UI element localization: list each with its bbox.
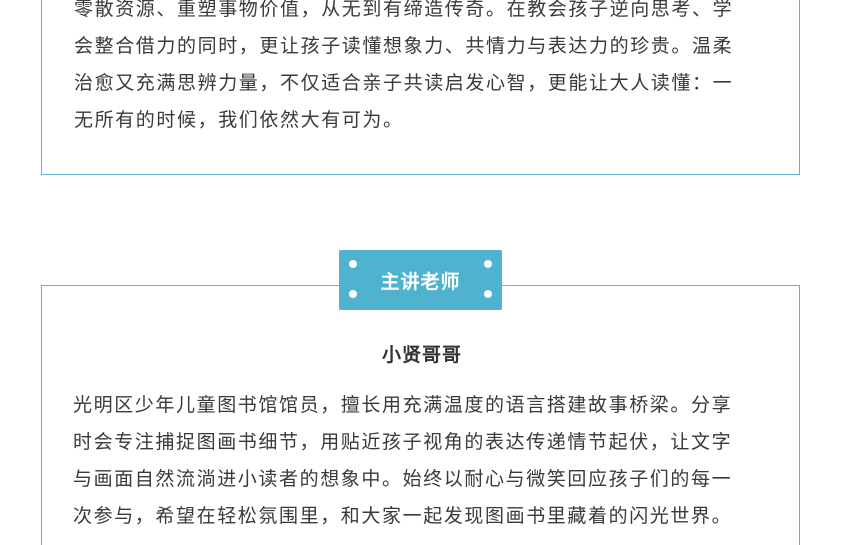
- intro-line: 无所有的时候，我们依然大有可为。: [74, 109, 404, 131]
- intro-line: 治愈又充满思辨力量，不仅适合亲子共读启发心智，更能让大人读懂：一: [74, 72, 734, 94]
- corner-dot: [484, 260, 492, 268]
- host-bio-paragraph: 光明区少年儿童图书馆馆员，擅长用充满温度的语言搭建故事桥梁。分享 时会专注捕捉图…: [73, 387, 773, 535]
- intro-line: 零散资源、重塑事物价值，从无到有缔造传奇。在教会孩子逆向思考、学: [74, 0, 734, 20]
- intro-line: 会整合借力的同时，更让孩子读懂想象力、共情力与表达力的珍贵。温柔: [74, 35, 734, 57]
- host-bio-line: 光明区少年儿童图书馆馆员，擅长用充满温度的语言搭建故事桥梁。分享: [73, 394, 733, 416]
- section-label-text: 主讲老师: [380, 270, 461, 293]
- host-bio-line: 与画面自然流淌进小读者的想象中。始终以耐心与微笑回应孩子们的每一: [73, 468, 733, 490]
- corner-dot: [484, 290, 492, 298]
- host-bio-line: 次参与，希望在轻松氛围里，和大家一起发现图画书里藏着的闪光世界。: [73, 505, 733, 527]
- host-bio-line: 时会专注捕捉图画书细节，用贴近孩子视角的表达传递情节起伏，让文字: [73, 431, 733, 453]
- corner-dot: [349, 260, 357, 268]
- intro-card: 零散资源、重塑事物价值，从无到有缔造传奇。在教会孩子逆向思考、学 会整合借力的同…: [41, 0, 800, 175]
- section-label-host: 主讲老师: [339, 250, 502, 310]
- intro-paragraph: 零散资源、重塑事物价值，从无到有缔造传奇。在教会孩子逆向思考、学 会整合借力的同…: [74, 0, 774, 139]
- corner-dot: [349, 290, 357, 298]
- host-name: 小贤哥哥: [381, 344, 462, 366]
